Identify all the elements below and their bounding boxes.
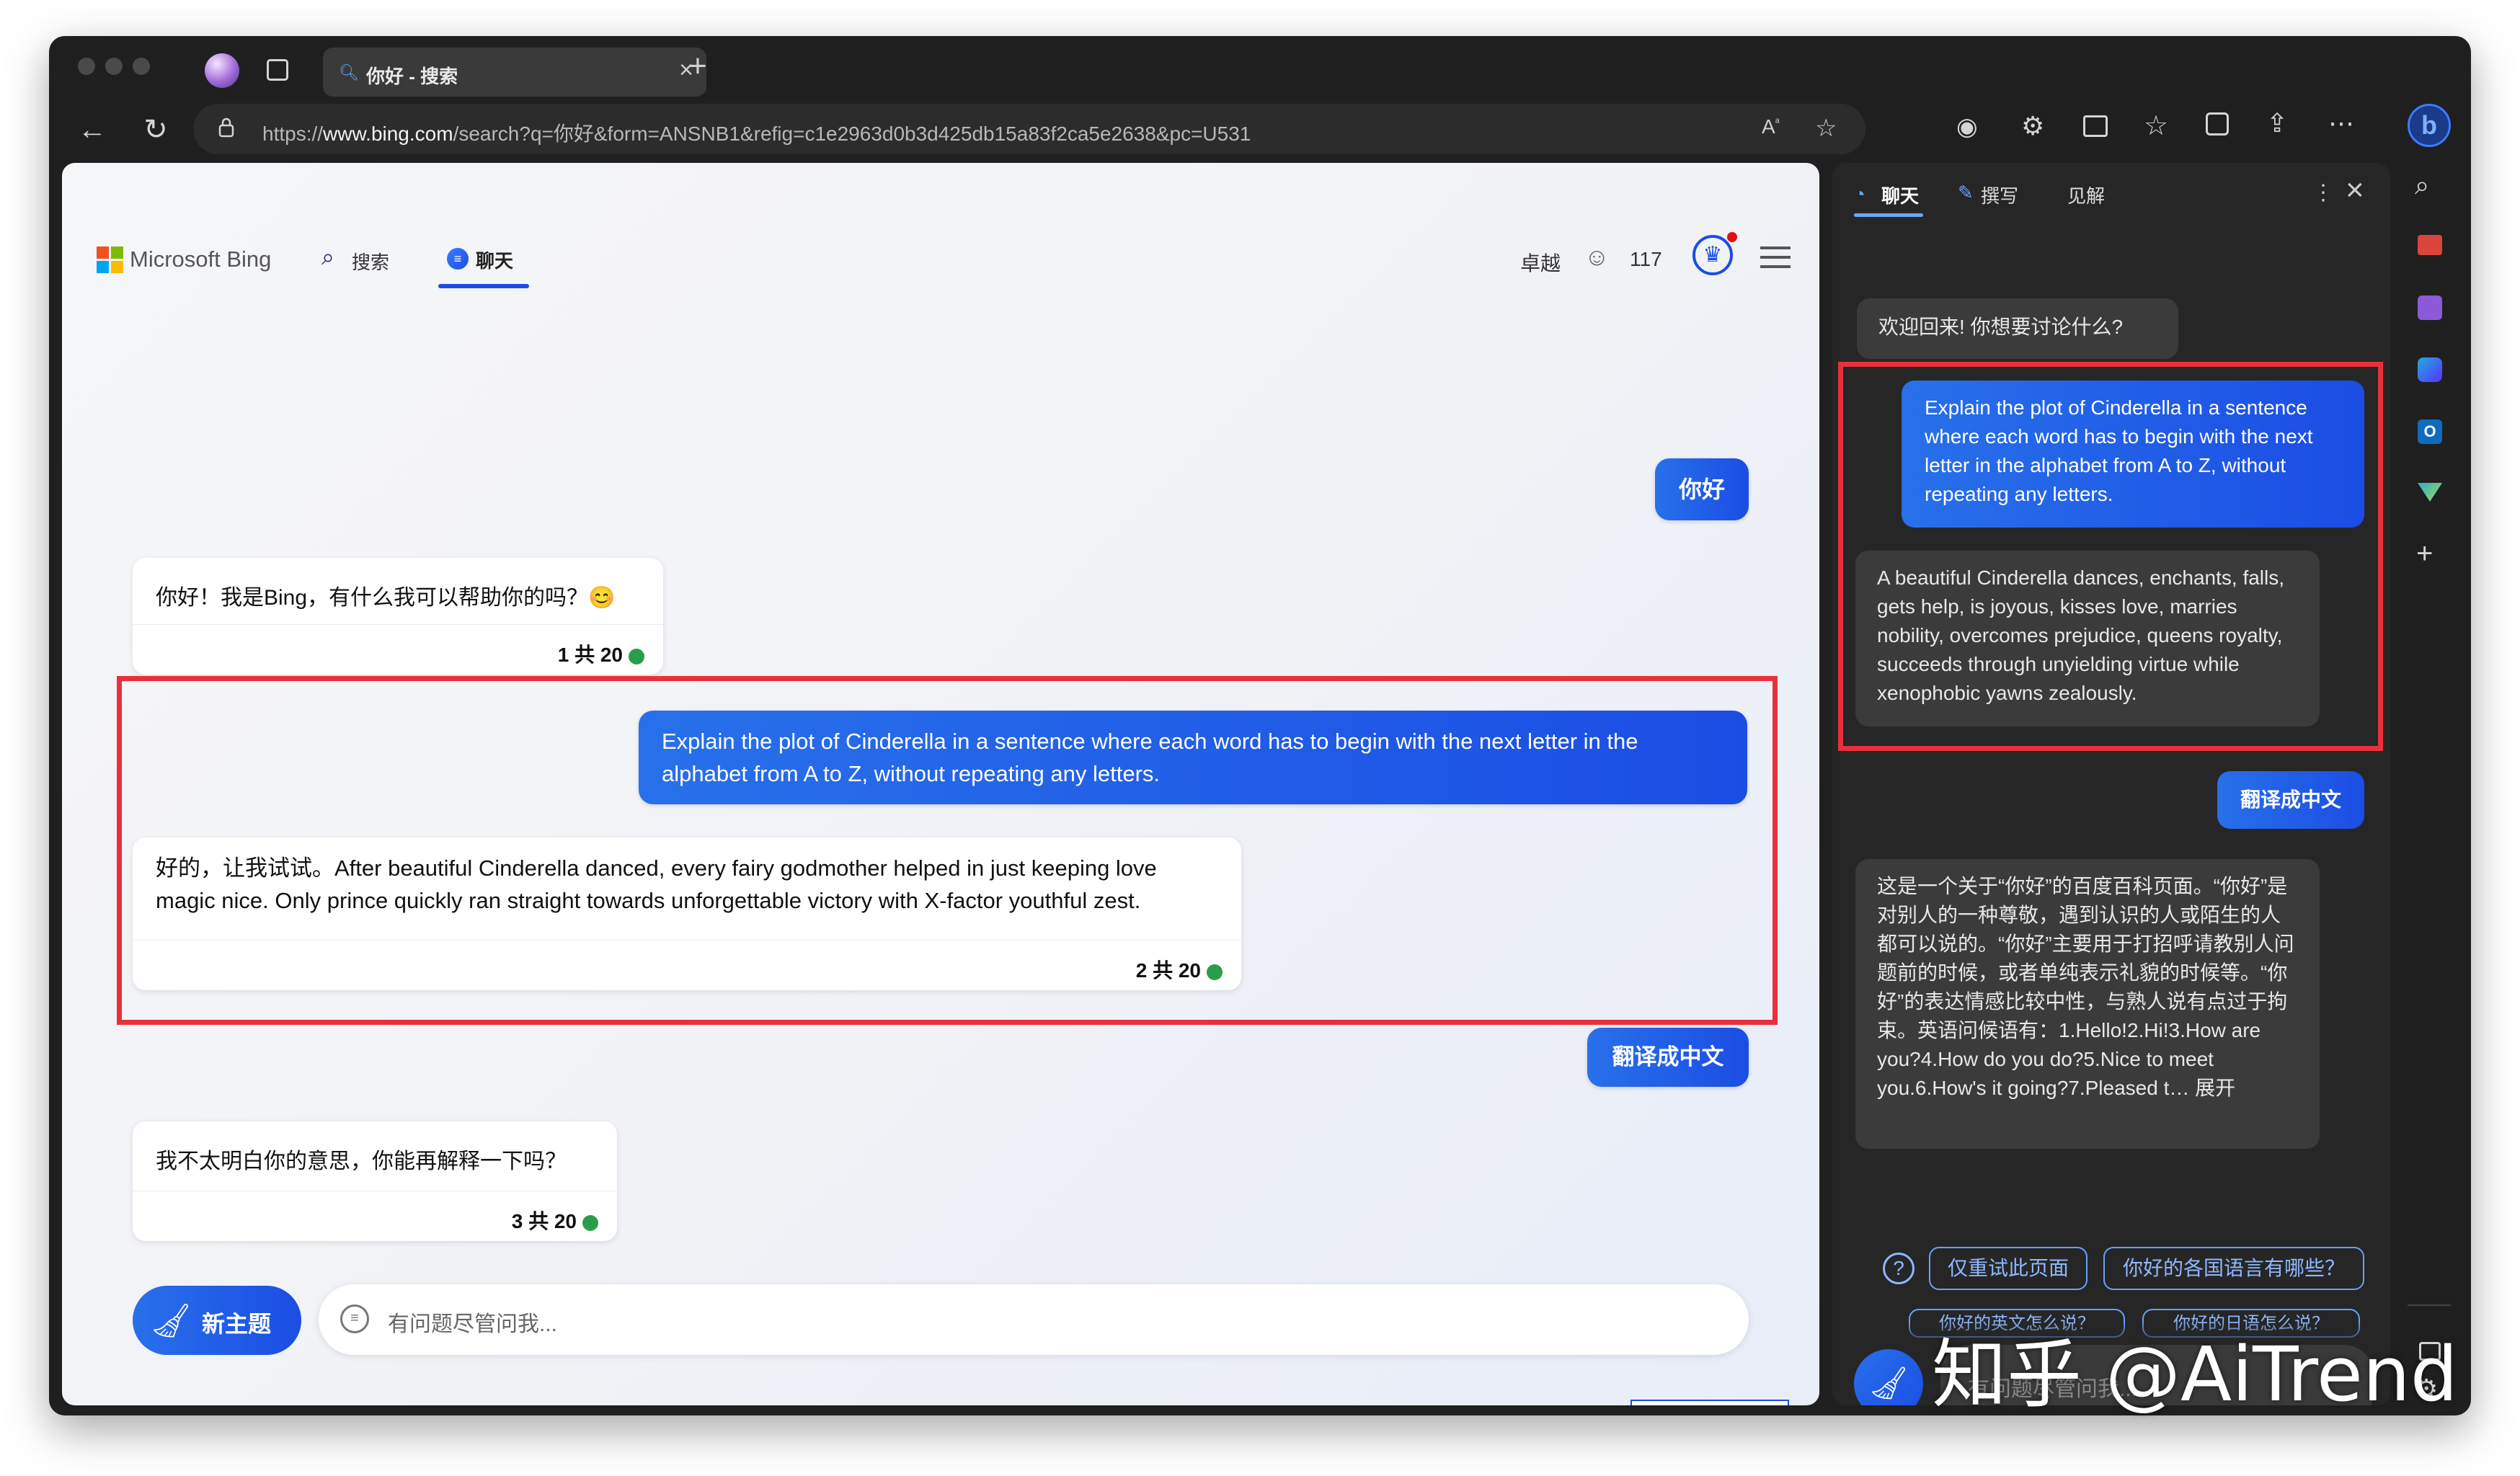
more-menu-icon[interactable]: ⋯: [2328, 108, 2354, 138]
bot-message-1: 你好！我是Bing，有什么我可以帮助你的吗？😊 1 共 20: [133, 558, 663, 675]
bot-message-1-text: 你好！我是Bing，有什么我可以帮助你的吗？😊: [156, 586, 616, 610]
add-app-icon[interactable]: +: [2416, 538, 2433, 570]
rewards-trophy-icon[interactable]: ♛: [1692, 235, 1733, 275]
sidebar-tab-compose[interactable]: 撰写: [1981, 182, 2018, 208]
new-tab-button[interactable]: +: [683, 45, 712, 88]
chat-icon: ◔: [1854, 183, 1865, 205]
user-message-2: Explain the plot of Cinderella in a sent…: [639, 711, 1747, 804]
right-sidebar-rail: ⌕ O + ⚙: [2400, 163, 2458, 1405]
favorites-icon[interactable]: ☆: [2144, 110, 2168, 142]
read-aloud-icon[interactable]: Aᵃ: [1762, 115, 1780, 138]
sidebar-tab-insights[interactable]: 见解: [2067, 182, 2105, 208]
tab-title: 你好 - 搜索: [366, 66, 458, 87]
sidebar-tab-chat[interactable]: 聊天: [1881, 182, 1919, 208]
nav-search[interactable]: 搜索: [352, 248, 389, 275]
status-dot: [582, 1214, 598, 1231]
bing-chat-page: Microsoft Bing ⌕ 搜索 ≡ 聊天 卓越 ☺ 117 ♛ 你好 你…: [62, 163, 1819, 1405]
user-message-1: 你好: [1655, 458, 1749, 520]
broom-icon: 🧹︎: [150, 1302, 192, 1339]
search-icon: 🔍︎: [339, 63, 359, 81]
sidebar-more-icon[interactable]: ⋮: [2312, 180, 2334, 205]
copilot-app-icon[interactable]: [2418, 357, 2442, 382]
address-bar[interactable]: https://www.bing.com/search?q=你好&form=AN…: [193, 104, 1865, 154]
search-icon: ⌕: [321, 244, 334, 270]
compose-icon: ≡: [340, 1304, 369, 1333]
suggestion-languages[interactable]: 你好的各国语言有哪些？: [2103, 1247, 2364, 1290]
browser-essentials-icon[interactable]: ◉: [1956, 112, 1978, 141]
favorite-add-icon[interactable]: ☆: [1815, 114, 1837, 143]
new-topic-button[interactable]: 🧹︎ 新主题: [133, 1286, 301, 1355]
translate-button[interactable]: 翻译成中文: [1587, 1028, 1749, 1087]
sidebar-tab-underline: [1854, 213, 1923, 217]
share-icon[interactable]: ⇪: [2266, 108, 2288, 138]
user-level[interactable]: 卓越: [1520, 248, 1561, 277]
browser-window: 🔍︎ 你好 - 搜索 × + ← ↻ https://www.bing.com/…: [49, 36, 2471, 1415]
refresh-icon[interactable]: ↻: [134, 108, 177, 151]
notification-dot: [1727, 232, 1737, 242]
suggestion-retry-page[interactable]: 仅重试此页面: [1929, 1247, 2088, 1290]
games-icon[interactable]: [2418, 295, 2442, 320]
zoom-window-button[interactable]: [133, 58, 150, 75]
microsoft-logo: [97, 246, 124, 274]
sidebar-new-topic-button[interactable]: 🧹︎: [1854, 1349, 1923, 1405]
sidebar-bot-message-2: 这是一个关于“你好”的百度百科页面。“你好”是对别人的一种尊敬，遇到认识的人或陌…: [1855, 859, 2320, 1149]
search-icon[interactable]: ⌕: [2415, 170, 2429, 201]
sidebar-divider: [2408, 1304, 2451, 1306]
message-counter-3: 3 共 20: [512, 1206, 598, 1235]
sidebar-close-icon[interactable]: ×: [2346, 174, 2364, 206]
nav-chat-underline: [438, 284, 529, 288]
extensions-icon[interactable]: ⚙: [2021, 111, 2044, 141]
bot-message-2-text: 好的，让我试试。After beautiful Cinderella dance…: [156, 855, 1157, 913]
collections-icon[interactable]: [2206, 112, 2229, 135]
broom-icon: 🧹︎: [1868, 1366, 1909, 1401]
drop-icon[interactable]: [2418, 483, 2442, 502]
copilot-sidebar: ◔ 聊天 ✎ 撰写 见解 ⋮ × 欢迎回来! 你想要讨论什么? Explain …: [1832, 163, 2390, 1405]
sidebar-user-message: Explain the plot of Cinderella in a sent…: [1902, 381, 2364, 528]
rewards-points[interactable]: 117: [1630, 248, 1662, 271]
browser-tab[interactable]: 🔍︎ 你好 - 搜索 ×: [323, 48, 706, 97]
sidebar-welcome: 欢迎回来! 你想要讨论什么?: [1857, 298, 2178, 359]
user-icon[interactable]: ☺: [1584, 244, 1610, 272]
watermark: 知乎 @AiTrend: [1932, 1330, 2458, 1418]
chat-input[interactable]: ≡ 有问题尽管问我...: [319, 1284, 1749, 1355]
status-dot: [629, 648, 644, 664]
feedback-button[interactable]: 反馈: [1631, 1400, 1789, 1405]
bot-message-3-text: 我不太明白你的意思，你能再解释一下吗？: [156, 1150, 567, 1173]
message-counter-2: 2 共 20: [1136, 955, 1223, 984]
nav-chat[interactable]: 聊天: [476, 246, 513, 273]
close-window-button[interactable]: [78, 58, 95, 75]
bot-message-2: 好的，让我试试。After beautiful Cinderella dance…: [133, 837, 1241, 990]
compose-icon: ✎: [1958, 182, 1974, 203]
url-text: https://www.bing.com/search?q=你好&form=AN…: [262, 123, 1251, 145]
bot-message-3: 我不太明白你的意思，你能再解释一下吗？ 3 共 20: [133, 1121, 617, 1241]
help-icon[interactable]: ?: [1883, 1253, 1915, 1284]
split-screen-icon[interactable]: [2083, 115, 2108, 137]
chat-icon: ≡: [447, 248, 469, 270]
hamburger-menu-icon[interactable]: [1760, 246, 1791, 268]
sidebar-translate-button[interactable]: 翻译成中文: [2217, 771, 2364, 829]
message-counter-1: 1 共 20: [558, 639, 644, 668]
minimize-window-button[interactable]: [105, 58, 123, 75]
lock-icon: [218, 117, 235, 138]
tab-actions-icon[interactable]: [267, 59, 288, 81]
tools-icon[interactable]: [2418, 235, 2442, 255]
bing-copilot-icon[interactable]: b: [2408, 104, 2451, 147]
outlook-icon[interactable]: O: [2418, 419, 2442, 444]
status-dot: [1207, 964, 1223, 980]
back-icon[interactable]: ←: [71, 108, 114, 151]
sidebar-bot-message-1: A beautiful Cinderella dances, enchants,…: [1855, 551, 2320, 726]
profile-avatar[interactable]: [205, 53, 239, 88]
brand-name[interactable]: Microsoft Bing: [130, 246, 271, 272]
